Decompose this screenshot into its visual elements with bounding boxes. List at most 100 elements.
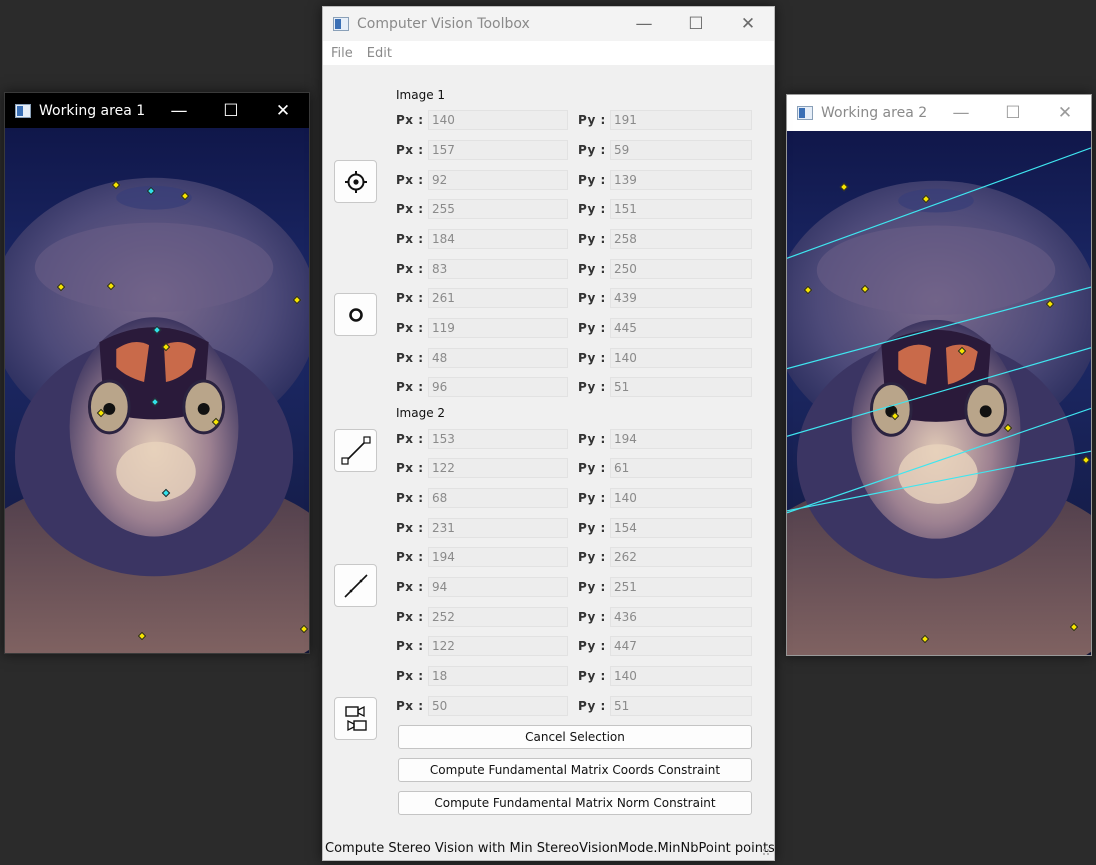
working-area-2-titlebar[interactable]: Working area 2 — ☐ ✕	[787, 95, 1091, 131]
toolbox-titlebar[interactable]: Computer Vision Toolbox — ☐ ✕	[323, 7, 774, 41]
py-label: Py :	[578, 321, 606, 335]
close-button[interactable]: ✕	[722, 7, 774, 41]
window-title: Working area 2	[821, 105, 928, 121]
menu-file[interactable]: File	[331, 46, 353, 61]
py-label: Py :	[578, 610, 606, 624]
crosshair-icon	[344, 170, 367, 193]
px-field[interactable]: 252	[428, 607, 568, 627]
px-field[interactable]: 255	[428, 199, 568, 219]
py-field[interactable]: 436	[610, 607, 752, 627]
py-field[interactable]: 258	[610, 229, 752, 249]
py-field[interactable]: 447	[610, 636, 752, 656]
stereo-camera-icon	[344, 705, 367, 731]
working-area-1-titlebar[interactable]: Working area 1 — ☐ ✕	[5, 93, 309, 128]
py-field[interactable]: 194	[610, 429, 752, 449]
working-area-1-window: Working area 1 — ☐ ✕	[4, 92, 310, 654]
px-label: Px :	[396, 143, 424, 157]
px-label: Px :	[396, 262, 424, 276]
close-button[interactable]: ✕	[257, 93, 309, 128]
image-canvas-1[interactable]	[5, 128, 309, 653]
py-label: Py :	[578, 550, 606, 564]
cancel-selection-button[interactable]: Cancel Selection	[398, 725, 752, 749]
py-label: Py :	[578, 461, 606, 475]
px-field[interactable]: 50	[428, 696, 568, 716]
py-field[interactable]: 140	[610, 666, 752, 686]
px-label: Px :	[396, 232, 424, 246]
py-label: Py :	[578, 491, 606, 505]
image-2-point-row: Px : 153 Py : 194	[396, 429, 754, 450]
py-field[interactable]: 250	[610, 259, 752, 279]
status-bar-text: Compute Stereo Vision with Min StereoVis…	[325, 841, 775, 856]
epipolar-line	[787, 347, 1091, 437]
stereo-camera-tool-button[interactable]	[334, 697, 377, 740]
px-field[interactable]: 96	[428, 377, 568, 397]
close-button[interactable]: ✕	[1039, 95, 1091, 131]
diagonal-line-tool-button[interactable]	[334, 564, 377, 607]
py-field[interactable]: 251	[610, 577, 752, 597]
minimize-button[interactable]: —	[935, 95, 987, 131]
px-field[interactable]: 184	[428, 229, 568, 249]
menu-bar: File Edit	[323, 41, 774, 65]
px-field[interactable]: 122	[428, 636, 568, 656]
circle-tool-button[interactable]	[334, 293, 377, 336]
resize-grip[interactable]	[762, 848, 770, 856]
px-field[interactable]: 68	[428, 488, 568, 508]
px-field[interactable]: 157	[428, 140, 568, 160]
py-field[interactable]: 59	[610, 140, 752, 160]
px-field[interactable]: 122	[428, 458, 568, 478]
px-label: Px :	[396, 202, 424, 216]
px-label: Px :	[396, 432, 424, 446]
minimize-button[interactable]: —	[618, 7, 670, 41]
px-field[interactable]: 153	[428, 429, 568, 449]
px-field[interactable]: 83	[428, 259, 568, 279]
line-segment-icon	[340, 435, 371, 465]
px-label: Px :	[396, 461, 424, 475]
px-field[interactable]: 119	[428, 318, 568, 338]
px-label: Px :	[396, 321, 424, 335]
px-field[interactable]: 194	[428, 547, 568, 567]
line-segment-tool-button[interactable]	[334, 429, 377, 472]
py-field[interactable]: 262	[610, 547, 752, 567]
py-field[interactable]: 191	[610, 110, 752, 130]
px-label: Px :	[396, 291, 424, 305]
py-field[interactable]: 51	[610, 377, 752, 397]
px-field[interactable]: 261	[428, 288, 568, 308]
compute-fundamental-norm-button[interactable]: Compute Fundamental Matrix Norm Constrai…	[398, 791, 752, 815]
image-2-point-row: Px : 122 Py : 447	[396, 636, 754, 657]
px-field[interactable]: 18	[428, 666, 568, 686]
px-field[interactable]: 48	[428, 348, 568, 368]
py-label: Py :	[578, 202, 606, 216]
py-field[interactable]: 439	[610, 288, 752, 308]
px-field[interactable]: 140	[428, 110, 568, 130]
py-label: Py :	[578, 173, 606, 187]
window-title: Working area 1	[39, 102, 146, 119]
image-1-point-row: Px : 48 Py : 140	[396, 348, 754, 369]
image-1-point-row: Px : 83 Py : 250	[396, 259, 754, 280]
image-1-point-row: Px : 255 Py : 151	[396, 199, 754, 220]
px-field[interactable]: 231	[428, 518, 568, 538]
px-field[interactable]: 94	[428, 577, 568, 597]
image-1-point-row: Px : 261 Py : 439	[396, 288, 754, 309]
image-1-point-row: Px : 92 Py : 139	[396, 170, 754, 191]
maximize-button[interactable]: ☐	[987, 95, 1039, 131]
image-2-point-row: Px : 122 Py : 61	[396, 458, 754, 479]
menu-edit[interactable]: Edit	[367, 46, 392, 61]
py-field[interactable]: 51	[610, 696, 752, 716]
py-label: Py :	[578, 521, 606, 535]
px-field[interactable]: 92	[428, 170, 568, 190]
maximize-button[interactable]: ☐	[205, 93, 257, 128]
py-field[interactable]: 151	[610, 199, 752, 219]
py-field[interactable]: 139	[610, 170, 752, 190]
minimize-button[interactable]: —	[153, 93, 205, 128]
compute-fundamental-coords-button[interactable]: Compute Fundamental Matrix Coords Constr…	[398, 758, 752, 782]
crosshair-tool-button[interactable]	[334, 160, 377, 203]
px-label: Px :	[396, 491, 424, 505]
py-field[interactable]: 445	[610, 318, 752, 338]
py-field[interactable]: 61	[610, 458, 752, 478]
maximize-button[interactable]: ☐	[670, 7, 722, 41]
image-canvas-2[interactable]	[787, 131, 1091, 655]
py-field[interactable]: 154	[610, 518, 752, 538]
py-label: Py :	[578, 580, 606, 594]
py-field[interactable]: 140	[610, 488, 752, 508]
py-field[interactable]: 140	[610, 348, 752, 368]
